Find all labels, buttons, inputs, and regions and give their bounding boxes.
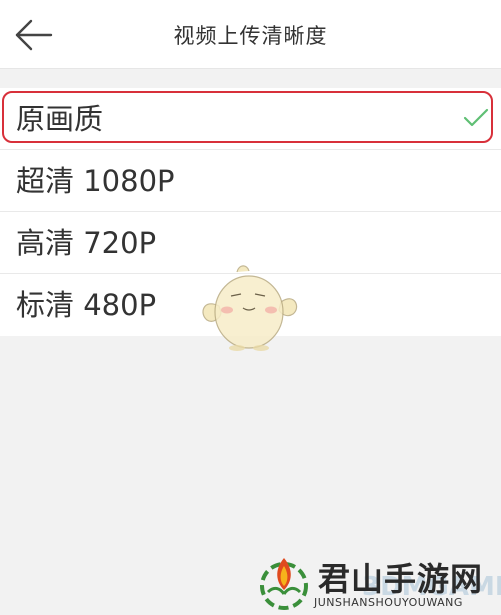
- brand-logo-icon: [260, 558, 308, 610]
- option-label: 原画质: [16, 102, 104, 136]
- watermark-brand-text: 君山手游网: [318, 560, 484, 598]
- watermark: 3DMGAME 君山手游网 JUNSHANSHOUYOUWANG: [252, 548, 501, 615]
- option-label: 超清 1080P: [16, 164, 175, 198]
- watermark-subtitle: JUNSHANSHOUYOUWANG: [314, 596, 463, 609]
- option-1080p[interactable]: 超清 1080P: [0, 150, 501, 212]
- mascot-sticker-icon: [202, 265, 298, 351]
- checkmark-icon: [463, 108, 489, 127]
- option-original-quality[interactable]: 原画质: [0, 88, 501, 150]
- top-bar: 视频上传清晰度: [0, 0, 501, 69]
- option-label: 标清 480P: [16, 288, 157, 322]
- page-title: 视频上传清晰度: [173, 24, 328, 48]
- option-label: 高清 720P: [16, 226, 157, 260]
